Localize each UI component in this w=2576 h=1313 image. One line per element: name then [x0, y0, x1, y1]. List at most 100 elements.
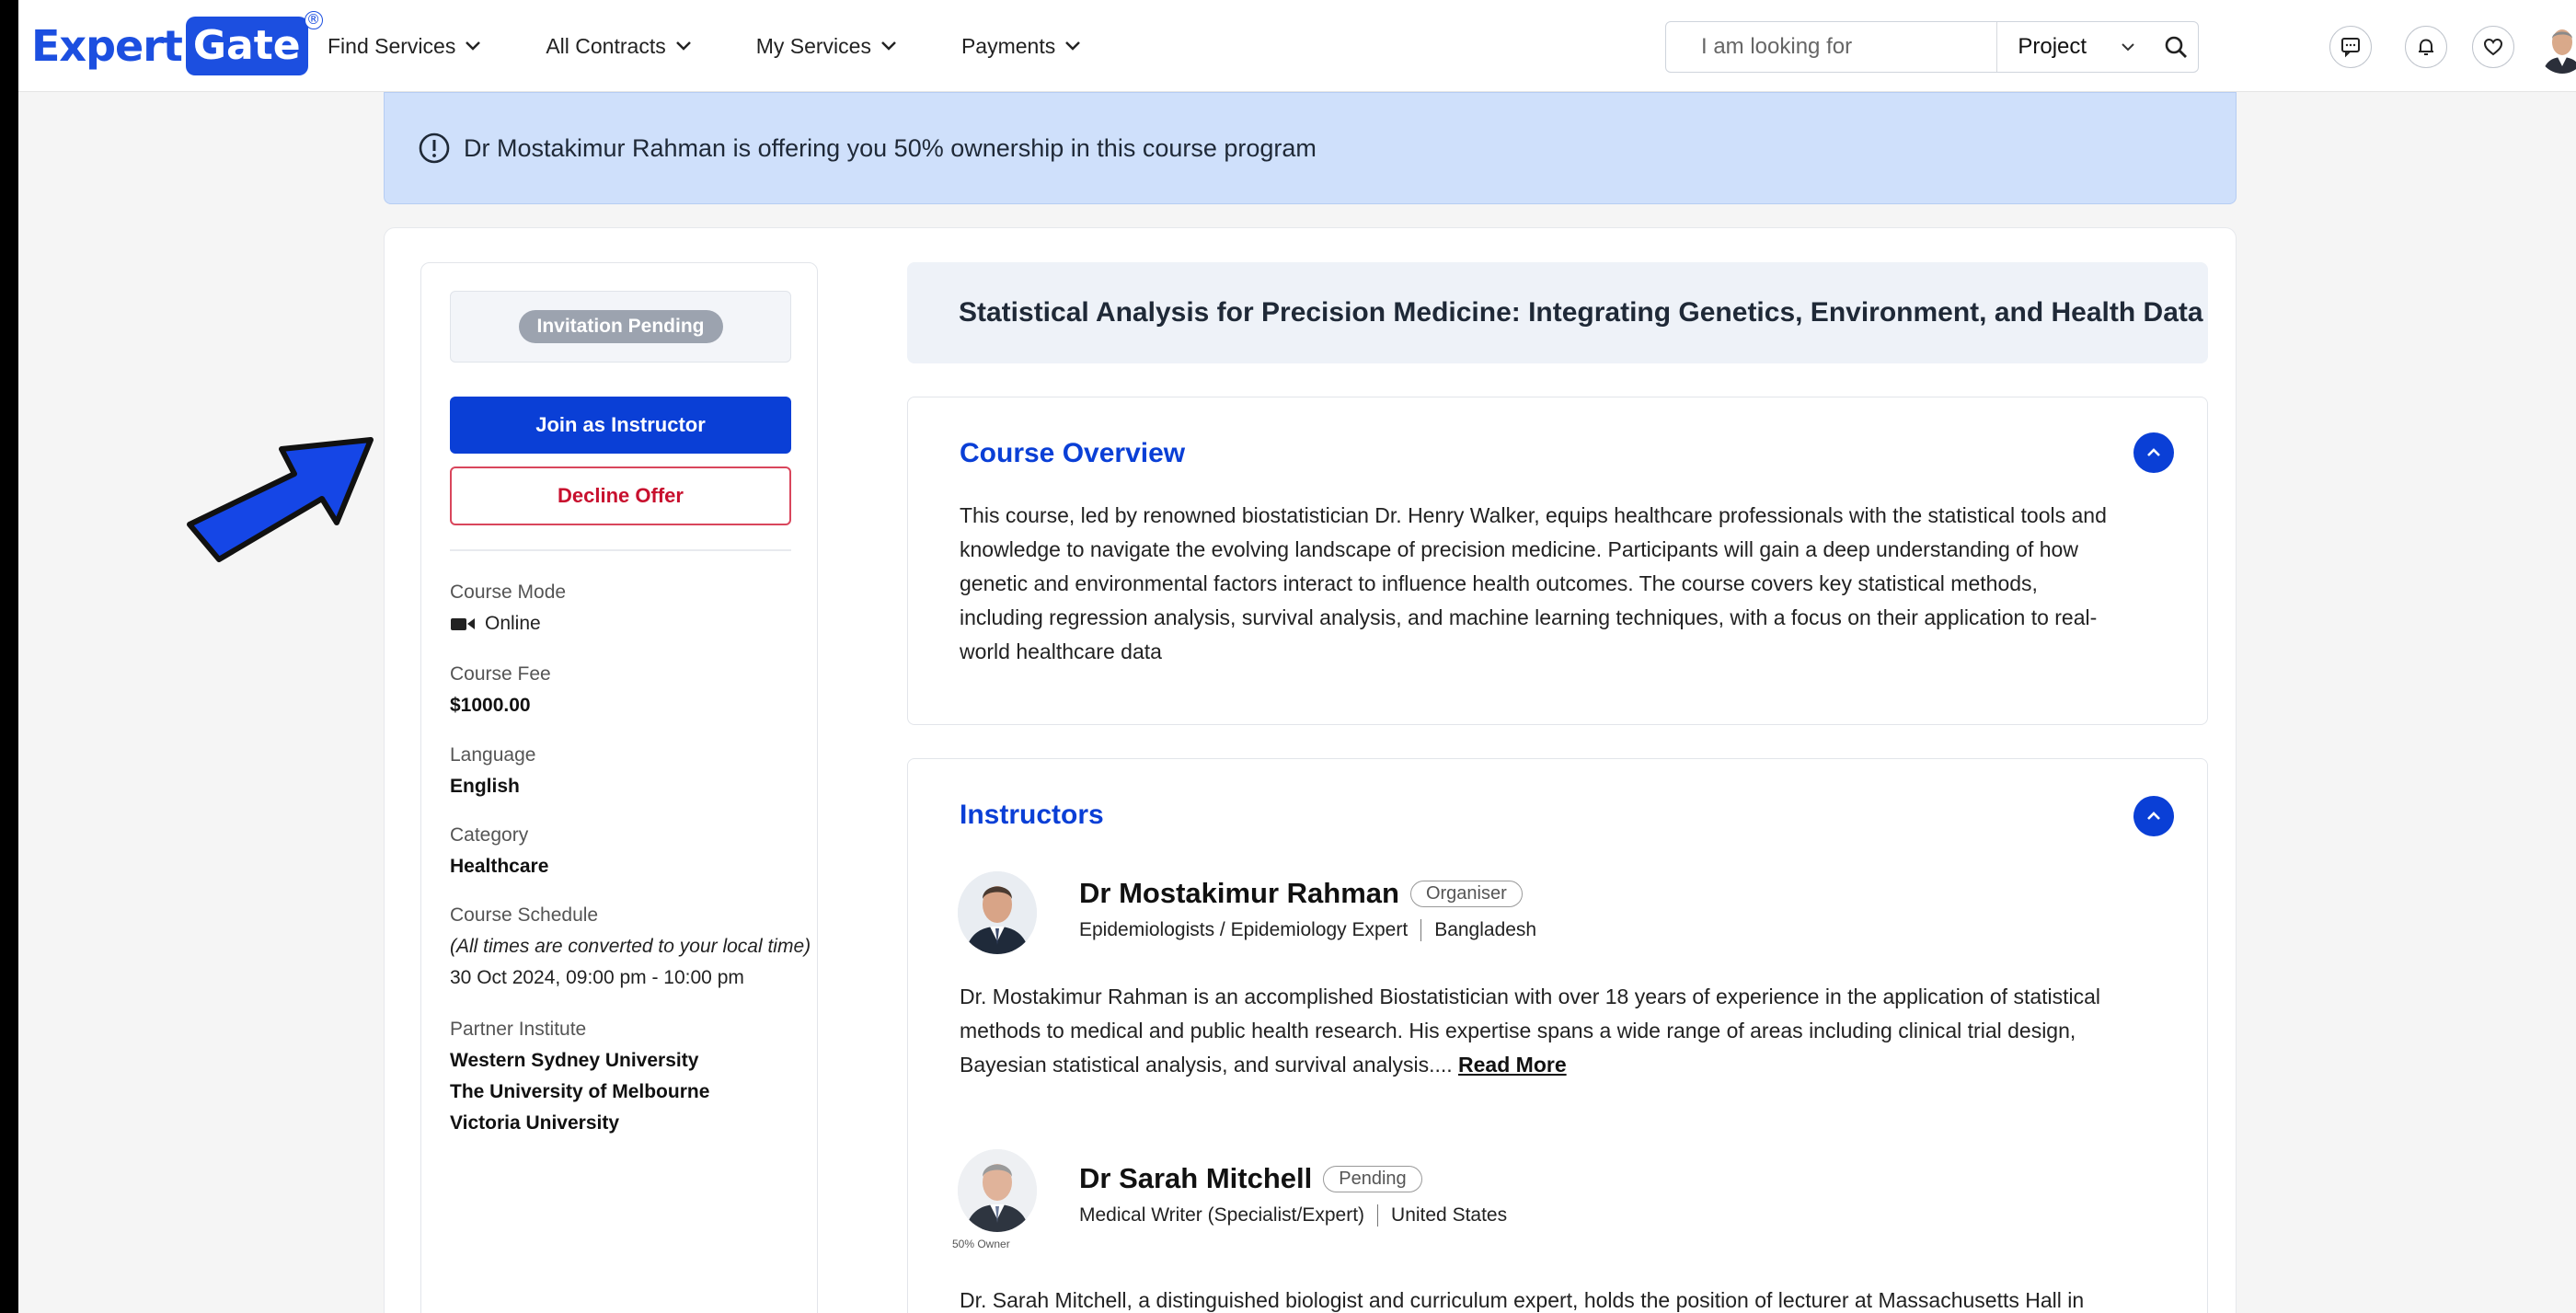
course-title-box: Statistical Analysis for Precision Medic… — [907, 262, 2208, 363]
search-input[interactable] — [1666, 22, 1997, 72]
collapse-instructors-button[interactable] — [2133, 796, 2174, 836]
read-more-link[interactable]: Read More — [1458, 1053, 1567, 1077]
invitation-status-box: Invitation Pending — [450, 291, 791, 363]
category-label: Category — [450, 824, 529, 846]
bio-line: Dr. Sarah Mitchell, a distinguished biol… — [960, 1288, 2085, 1312]
language-value: English — [450, 776, 520, 797]
schedule-label: Course Schedule — [450, 904, 599, 926]
course-mode-section: Course Mode Online — [450, 577, 566, 639]
search-type-select[interactable]: Project — [1997, 22, 2154, 72]
overview-line: This course, led by renowned biostatisti… — [960, 503, 2107, 527]
chevron-down-icon — [881, 41, 896, 51]
course-title: Statistical Analysis for Precision Medic… — [959, 297, 2203, 328]
chevron-down-icon — [466, 41, 481, 51]
search-bar: Project — [1665, 21, 2199, 73]
course-overview-heading: Course Overview — [960, 438, 1186, 468]
decline-offer-button[interactable]: Decline Offer — [450, 466, 791, 525]
course-fee-label: Course Fee — [450, 663, 551, 685]
instructor-meta: Medical Writer (Specialist/Expert) Unite… — [1079, 1204, 1507, 1227]
chevron-down-icon — [1065, 41, 1081, 51]
nav-all-contracts[interactable]: All Contracts — [546, 34, 691, 59]
app-frame: Expert Gate ® Find Services All Contracts… — [18, 0, 2576, 1313]
ownership-offer-alert: Dr Mostakimur Rahman is offering you 50%… — [384, 92, 2237, 204]
instructor-photo-icon — [958, 1149, 1037, 1232]
instructor-meta: Epidemiologists / Epidemiology Expert Ba… — [1079, 919, 1536, 941]
chevron-up-icon — [2147, 448, 2160, 456]
meta-separator — [1377, 1204, 1379, 1227]
join-as-instructor-button[interactable]: Join as Instructor — [450, 397, 791, 454]
partner-item: The University of Melbourne — [450, 1081, 710, 1102]
bio-line-last: Bayesian statistical analysis, and survi… — [960, 1048, 2174, 1082]
role-badge: Organiser — [1409, 880, 1523, 907]
nav-label: Payments — [960, 33, 1056, 58]
nav-label: All Contracts — [546, 33, 666, 58]
favorites-button[interactable] — [2472, 26, 2514, 68]
status-badge: Invitation Pending — [518, 310, 723, 343]
schedule-note: (All times are converted to your local t… — [450, 936, 811, 957]
instructor-country: Bangladesh — [1434, 919, 1537, 940]
instructor-title: Medical Writer (Specialist/Expert) — [1079, 1204, 1365, 1226]
instructor-name-row: Dr Sarah Mitchell Pending — [1079, 1162, 1422, 1195]
main-nav: Find Services All Contracts My Services … — [328, 0, 1081, 92]
chevron-up-icon — [2147, 812, 2160, 820]
messages-button[interactable] — [2329, 26, 2372, 68]
expertgate-logo[interactable]: Expert Gate ® — [31, 11, 323, 75]
ownership-tag: 50% Owner — [952, 1238, 1010, 1250]
course-mode-value: Online — [485, 613, 541, 634]
instructor-name[interactable]: Dr Mostakimur Rahman — [1079, 877, 1399, 910]
nav-my-services[interactable]: My Services — [756, 34, 897, 59]
bell-icon — [2419, 39, 2433, 55]
search-button[interactable] — [2154, 22, 2198, 72]
nav-label: My Services — [755, 33, 871, 58]
course-overview-card: Course Overview This course, led by reno… — [907, 397, 2208, 725]
chevron-down-icon — [675, 41, 691, 51]
overview-line: knowledge to navigate the evolving lands… — [960, 537, 2078, 561]
search-type-value: Project — [2018, 34, 2087, 59]
partner-item: Western Sydney University — [450, 1050, 699, 1071]
message-icon — [2341, 38, 2360, 58]
instructors-heading: Instructors — [960, 800, 1104, 830]
partner-label: Partner Institute — [450, 1019, 587, 1040]
alert-message: Dr Mostakimur Rahman is offering you 50%… — [464, 133, 1317, 162]
course-overview-text: This course, led by renowned biostatisti… — [960, 499, 2174, 669]
collapse-overview-button[interactable] — [2133, 432, 2174, 473]
logo-text-gate: Gate ® — [185, 11, 323, 75]
user-photo-icon — [2537, 20, 2576, 74]
nav-payments[interactable]: Payments — [961, 34, 1081, 59]
category-value: Healthcare — [450, 856, 549, 877]
bio-line: Dr. Mostakimur Rahman is an accomplished… — [960, 985, 2101, 1008]
instructor-photo-icon — [958, 871, 1037, 954]
partner-institute-section: Partner Institute Western Sydney Univers… — [450, 1014, 709, 1139]
logo-gate-label: Gate — [192, 22, 301, 69]
logo-text-expert: Expert — [31, 21, 183, 71]
chevron-down-icon — [2122, 43, 2134, 52]
video-camera-icon — [451, 618, 475, 630]
heart-icon — [2483, 38, 2503, 56]
user-avatar[interactable] — [2537, 20, 2576, 74]
instructor-name[interactable]: Dr Sarah Mitchell — [1079, 1162, 1312, 1195]
instructor-bio: Dr. Mostakimur Rahman is an accomplished… — [960, 980, 2174, 1082]
overview-line: genetic and environmental factors intera… — [960, 571, 2038, 595]
registered-mark: ® — [304, 11, 323, 29]
nav-label: Find Services — [328, 33, 456, 58]
partner-item: Victoria University — [450, 1112, 620, 1134]
instructor-country: United States — [1391, 1204, 1508, 1226]
top-navbar: Expert Gate ® Find Services All Contracts… — [18, 0, 2576, 92]
nav-find-services[interactable]: Find Services — [328, 34, 481, 59]
language-label: Language — [450, 744, 536, 766]
search-icon — [2165, 36, 2188, 58]
sidebar-divider — [450, 549, 791, 551]
meta-separator — [1420, 919, 1422, 941]
course-mode-row: Online — [450, 608, 566, 639]
course-fee-value: $1000.00 — [450, 695, 531, 716]
instructor-title: Epidemiologists / Epidemiology Expert — [1079, 919, 1409, 940]
bio-line: methods to medical and public health res… — [960, 1019, 2076, 1042]
notifications-button[interactable] — [2405, 26, 2447, 68]
category-section: Category Healthcare — [450, 820, 548, 882]
course-schedule-section: Course Schedule (All times are converted… — [450, 900, 811, 994]
instructor-avatar — [958, 1149, 1037, 1232]
bio-line: Bayesian statistical analysis, and survi… — [960, 1053, 1459, 1077]
overview-line: including regression analysis, survival … — [960, 605, 2098, 629]
instructor-bio: Dr. Sarah Mitchell, a distinguished biol… — [960, 1284, 2174, 1313]
overview-line: world healthcare data — [960, 639, 1162, 663]
